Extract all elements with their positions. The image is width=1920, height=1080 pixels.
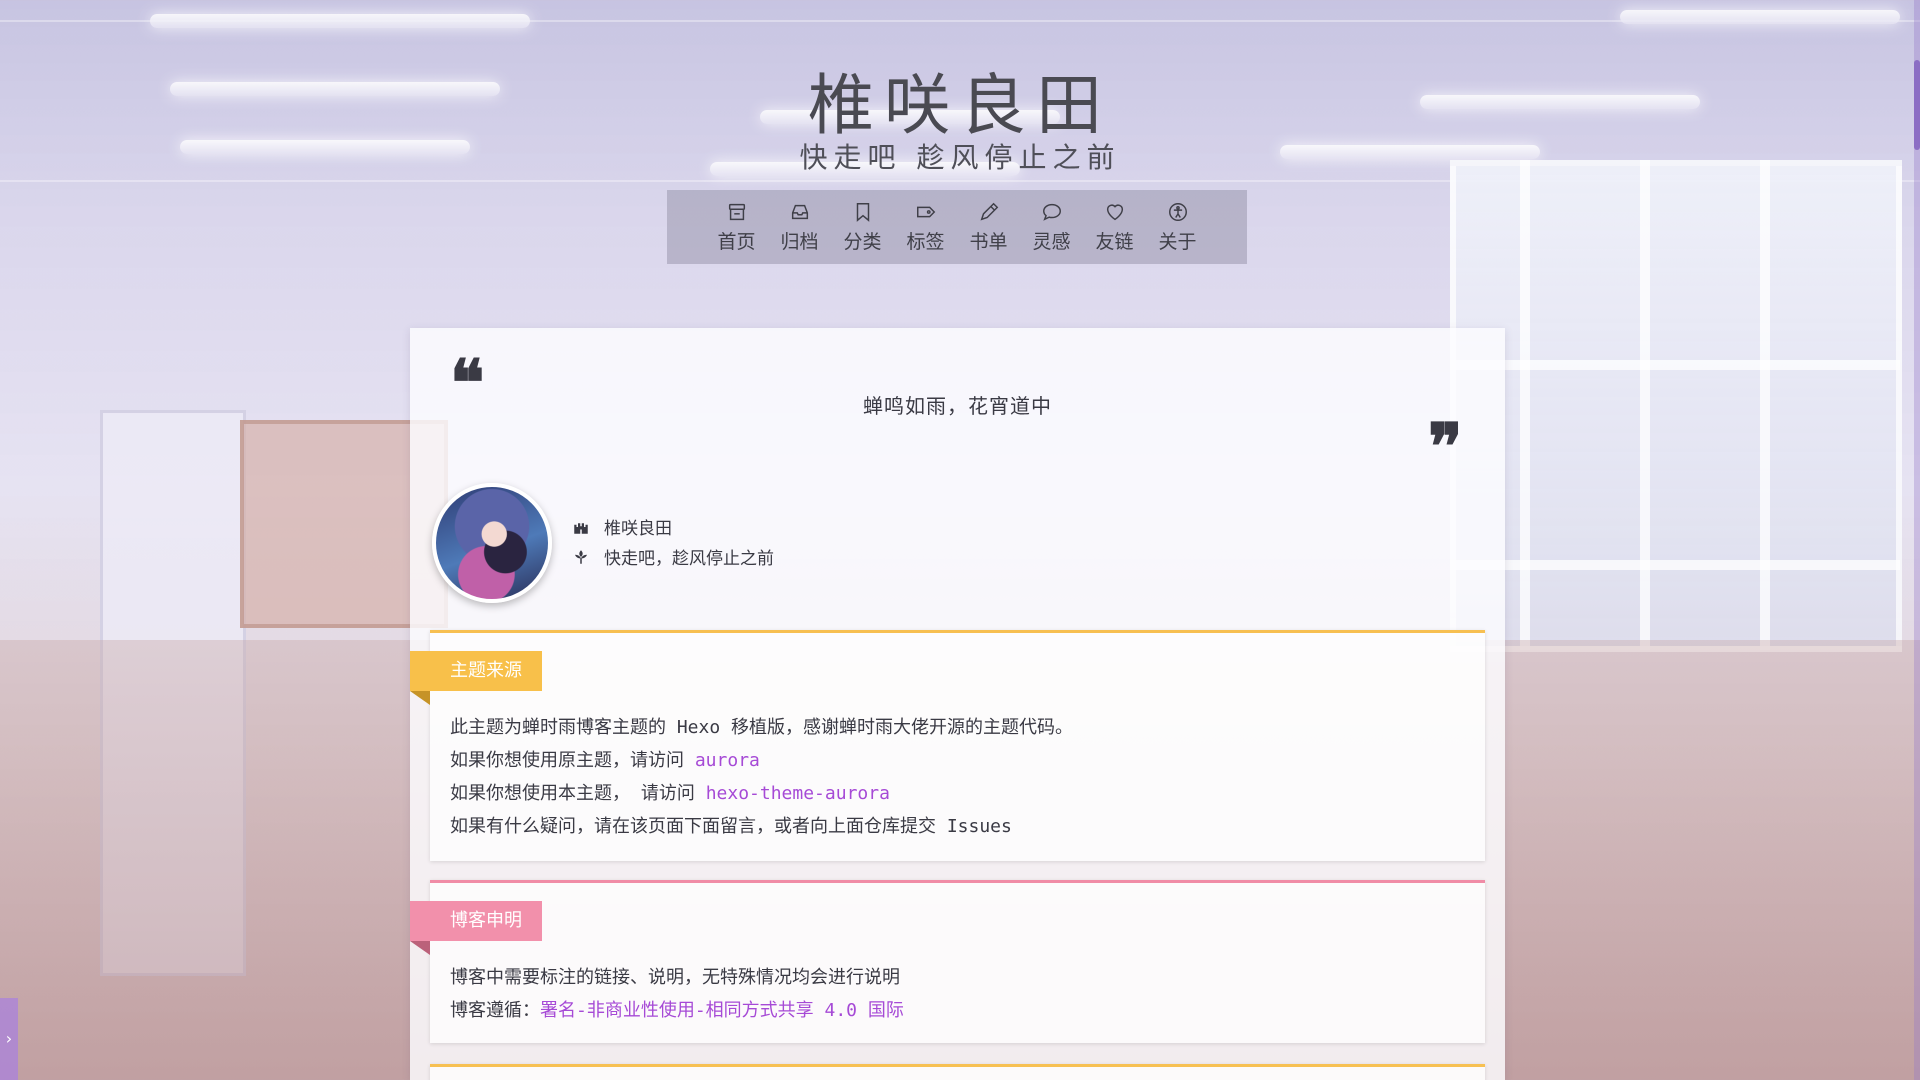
nav-item-about[interactable]: 关于 xyxy=(1153,201,1203,254)
site-title[interactable]: 椎咲良田 xyxy=(0,52,1920,148)
window-frame xyxy=(1450,560,1900,570)
nav-item-archive[interactable]: 归档 xyxy=(775,201,825,254)
panel-label: 主题来源 xyxy=(410,651,542,705)
panel-text-line: 博客中需要标注的链接、说明，无特殊情况均会进行说明 xyxy=(450,967,900,988)
hexo-theme-aurora-link[interactable]: hexo-theme-aurora xyxy=(706,783,890,804)
quote-close-icon: ❞ xyxy=(1428,410,1463,485)
panel-text-line: 如果有什么疑问，请在该页面下面留言，或者向上面仓库提交 Issues xyxy=(450,816,1012,837)
main-card: ❝ 蝉鸣如雨，花宵道中 ❞ 椎咲良田 快走吧，趁风停止之前 主题来源 此主题为蝉… xyxy=(410,328,1505,1080)
window-frame xyxy=(1520,160,1530,650)
ceiling-lamp xyxy=(150,14,530,28)
nav-item-label: 关于 xyxy=(1158,230,1197,253)
nav-item-label: 灵感 xyxy=(1032,230,1071,253)
classroom-window xyxy=(1450,160,1902,652)
nav-item-inspiration[interactable]: 灵感 xyxy=(1027,201,1077,254)
nav-item-label: 分类 xyxy=(843,230,882,253)
theme-source-panel: 主题来源 此主题为蝉时雨博客主题的 Hexo 移植版，感谢蝉时雨大佬开源的主题代… xyxy=(410,630,1485,861)
next-panel xyxy=(430,1064,1485,1080)
castle-icon xyxy=(574,522,588,534)
panel-text-line: 如果你想使用本主题， 请访问 hexo-theme-aurora xyxy=(450,779,890,805)
profile-motto: 快走吧，趁风停止之前 xyxy=(604,549,774,569)
bookmark-icon xyxy=(856,202,869,222)
site-subtitle: 快走吧 趁风停止之前 xyxy=(799,141,1121,174)
nav-item-tags[interactable]: 标签 xyxy=(901,201,951,254)
profile-name: 椎咲良田 xyxy=(604,519,672,539)
license-link[interactable]: 署名-非商业性使用-相同方式共享 4.0 国际 xyxy=(540,1000,904,1021)
avatar[interactable] xyxy=(432,483,552,603)
panel-text: 如果你想使用本主题， 请访问 xyxy=(450,783,706,804)
panel-text-line: 此主题为蝉时雨博客主题的 Hexo 移植版，感谢蝉时雨大佬开源的主题代码。 xyxy=(450,717,1074,738)
panel-text-line: 博客遵循：署名-非商业性使用-相同方式共享 4.0 国际 xyxy=(450,996,904,1022)
nav-item-home[interactable]: 首页 xyxy=(712,201,762,254)
window-frame xyxy=(1450,360,1900,370)
main-nav: 首页 归档 分类 标签 书单 灵感 友链 关于 xyxy=(667,190,1247,264)
sidebar-toggle-button[interactable]: › xyxy=(0,998,18,1080)
panel-label: 博客申明 xyxy=(410,901,542,955)
nav-item-label: 友链 xyxy=(1095,230,1134,253)
nav-item-friends[interactable]: 友链 xyxy=(1090,201,1140,254)
leaf-icon xyxy=(575,549,587,564)
nav-item-books[interactable]: 书单 xyxy=(964,201,1014,254)
nav-item-label: 归档 xyxy=(780,230,819,253)
nav-item-label: 标签 xyxy=(906,230,945,253)
nav-item-label: 书单 xyxy=(969,230,1008,253)
profile-motto-row: 快走吧，趁风停止之前 xyxy=(572,544,774,569)
nav-item-label: 首页 xyxy=(717,230,756,253)
blog-statement-panel: 博客申明 博客中需要标注的链接、说明，无特殊情况均会进行说明 博客遵循：署名-非… xyxy=(410,880,1485,1043)
window-frame xyxy=(1760,160,1770,650)
tag-icon xyxy=(916,206,935,217)
window-frame xyxy=(1640,160,1650,650)
pen-icon xyxy=(980,202,998,220)
panel-text: 如果你想使用原主题，请访问 xyxy=(450,750,695,771)
chat-bubble-icon xyxy=(1042,203,1061,221)
profile-name-row: 椎咲良田 xyxy=(572,514,672,539)
panel-text: 博客遵循： xyxy=(450,1000,540,1021)
nav-item-categories[interactable]: 分类 xyxy=(838,201,888,254)
heart-icon xyxy=(1106,203,1123,220)
home-icon xyxy=(728,203,745,220)
panel-text-line: 如果你想使用原主题，请访问 aurora xyxy=(450,746,760,772)
quote-text: 蝉鸣如雨，花宵道中 xyxy=(863,394,1052,418)
inbox-icon xyxy=(791,204,808,219)
accessibility-icon xyxy=(1168,202,1187,221)
aurora-link[interactable]: aurora xyxy=(695,750,760,771)
ceiling-lamp xyxy=(1620,10,1900,24)
